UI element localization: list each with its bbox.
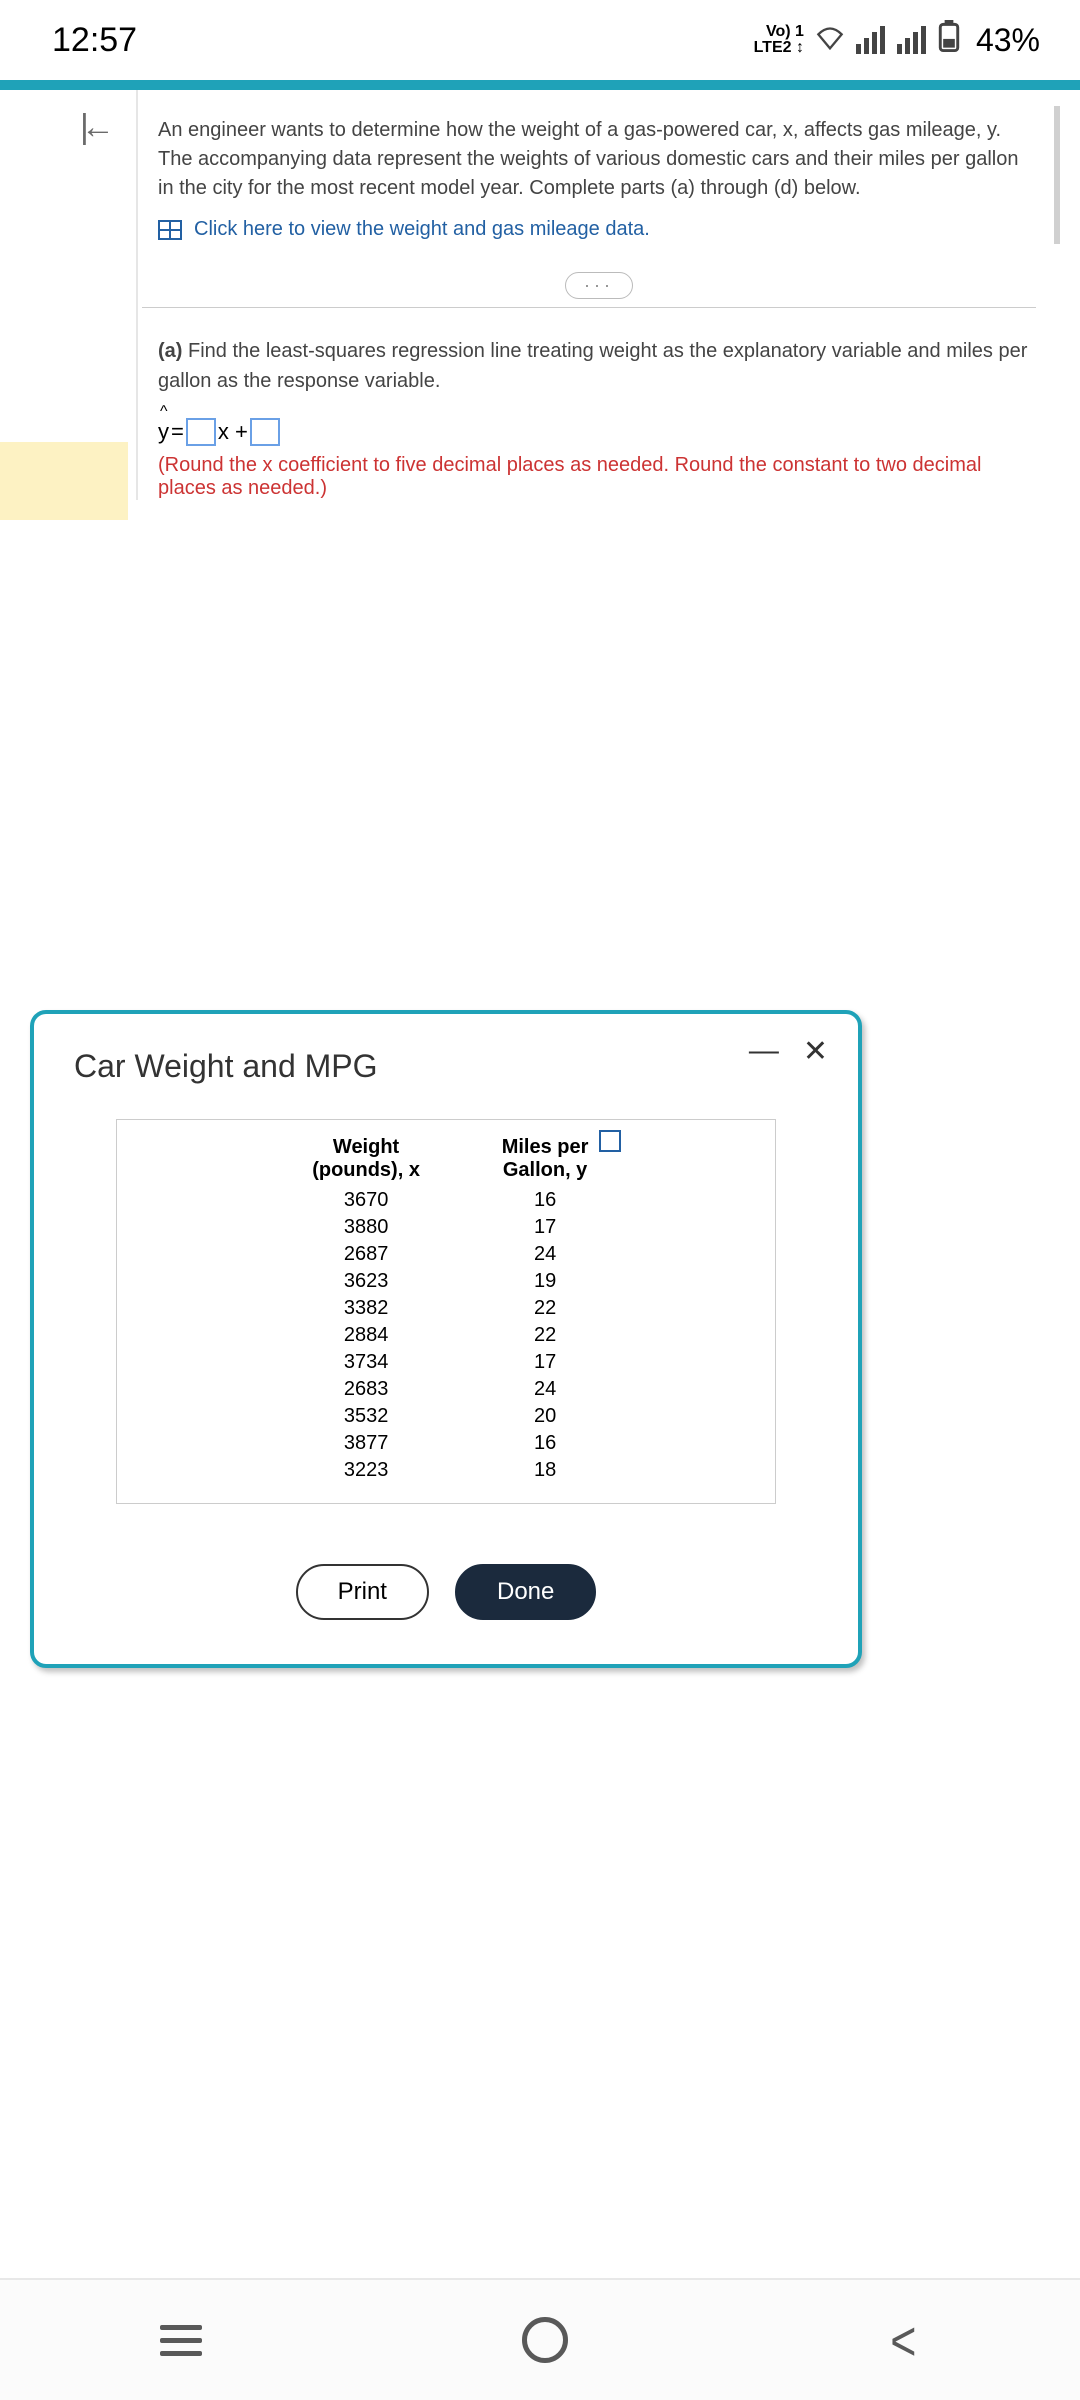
back-button[interactable]: < — [891, 2308, 917, 2373]
close-icon[interactable]: ✕ — [803, 1034, 828, 1069]
left-gutter: |← — [0, 90, 136, 500]
constant-input[interactable] — [250, 418, 280, 446]
rounding-note: (Round the x coefficient to five decimal… — [138, 446, 1060, 500]
table-row: 388017 — [268, 1215, 624, 1240]
highlight-marker — [0, 442, 128, 520]
table-row: 373417 — [268, 1350, 624, 1375]
regression-equation: y = x + — [138, 418, 1060, 446]
col-header-weight: Weight(pounds), x — [268, 1136, 464, 1186]
status-icons: Vo) 1 LTE2 ↕ 43% — [754, 20, 1040, 60]
table-row: 268724 — [268, 1242, 624, 1267]
problem-statement: An engineer wants to determine how the w… — [138, 106, 1060, 244]
part-a-text: (a) Find the least-squares regression li… — [138, 308, 1060, 396]
table-row: 338222 — [268, 1296, 624, 1321]
minimize-icon[interactable]: — — [749, 1034, 779, 1069]
table-row: 387716 — [268, 1431, 624, 1456]
signal-icon-2 — [897, 26, 926, 54]
table-row: 288422 — [268, 1323, 624, 1348]
home-button[interactable] — [522, 2317, 568, 2363]
table-row: 322318 — [268, 1458, 624, 1483]
print-button[interactable]: Print — [296, 1564, 429, 1620]
table-row: 362319 — [268, 1269, 624, 1294]
question-content: An engineer wants to determine how the w… — [136, 90, 1080, 500]
network-label: Vo) 1 LTE2 ↕ — [754, 24, 804, 56]
view-data-link[interactable]: Click here to view the weight and gas mi… — [158, 215, 1030, 244]
app-accent-bar — [0, 80, 1080, 90]
table-row: 367016 — [268, 1188, 624, 1213]
clock: 12:57 — [52, 21, 137, 60]
table-row: 268324 — [268, 1377, 624, 1402]
modal-title: Car Weight and MPG — [74, 1048, 818, 1085]
done-button[interactable]: Done — [455, 1564, 596, 1620]
x-coefficient-input[interactable] — [186, 418, 216, 446]
battery-icon — [938, 20, 960, 60]
data-modal: — ✕ Car Weight and MPG Weight(pounds), x… — [30, 1010, 862, 1668]
signal-icon — [856, 26, 885, 54]
data-table: Weight(pounds), x Miles perGallon, y 367… — [266, 1134, 626, 1485]
table-icon — [158, 220, 182, 240]
status-bar: 12:57 Vo) 1 LTE2 ↕ 43% — [0, 0, 1080, 80]
table-row: 353220 — [268, 1404, 624, 1429]
expand-divider[interactable]: ··· — [138, 272, 1060, 299]
android-nav-bar: < — [0, 2278, 1080, 2400]
data-table-container: Weight(pounds), x Miles perGallon, y 367… — [116, 1119, 776, 1504]
wifi-icon — [816, 22, 844, 59]
recent-apps-button[interactable] — [160, 2325, 202, 2356]
copy-icon[interactable] — [599, 1134, 617, 1152]
battery-percent: 43% — [976, 22, 1040, 59]
collapse-panel-icon[interactable]: |← — [80, 108, 107, 147]
